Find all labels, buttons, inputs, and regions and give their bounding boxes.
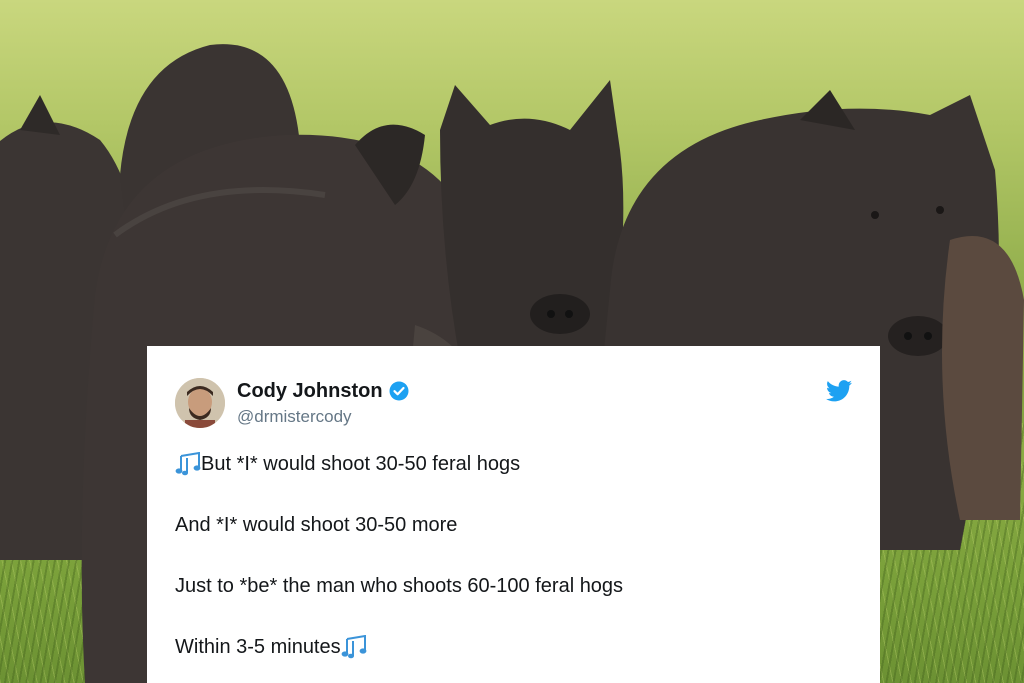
tweet-line-text: Just to *be* the man who shoots 60-100 f… [175,575,624,597]
tweet-line-2: And *I* would shoot 30-50 more [175,513,852,537]
author-handle[interactable]: @drmistercody [237,407,409,427]
tweet-line-text: But *I* would shoot 30-50 feral hogs [201,453,521,475]
author-info: Cody Johnston @drmistercody [237,380,409,427]
tweet-header: Cody Johnston @drmistercody [175,376,852,430]
musical-notes-icon [175,451,201,476]
hog-far-right [930,220,1024,520]
tweet-line-text: And *I* would shoot 30-50 more [175,514,458,536]
avatar[interactable] [175,378,225,428]
musical-notes-icon [341,634,367,659]
verified-badge-icon [389,381,409,401]
tweet-card: Cody Johnston @drmistercody But *I* woul… [147,346,880,683]
tweet-text: But *I* would shoot 30-50 feral hogs And… [175,451,852,659]
tweet-line-3: Just to *be* the man who shoots 60-100 f… [175,574,852,598]
author-display-name[interactable]: Cody Johnston [237,380,383,403]
tweet-line-1: But *I* would shoot 30-50 feral hogs [175,451,852,476]
twitter-bird-icon[interactable] [826,380,852,402]
tweet-line-4: Within 3-5 minutes [175,634,852,659]
tweet-line-text: Within 3-5 minutes [175,636,341,658]
